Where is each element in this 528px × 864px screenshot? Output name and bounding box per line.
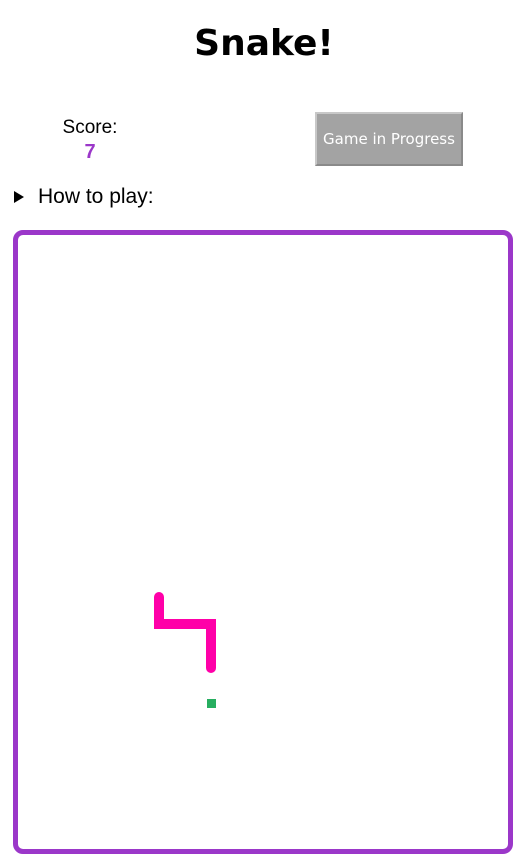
- game-board[interactable]: [13, 230, 513, 854]
- score-label: Score:: [62, 117, 118, 138]
- snake-food: [207, 699, 216, 708]
- game-status-button[interactable]: Game in Progress: [315, 112, 463, 166]
- snake-body: [154, 592, 216, 673]
- snake-game-page: Snake! Score: 7 Game in Progress How to …: [0, 0, 528, 864]
- how-to-play-toggle[interactable]: How to play:: [14, 184, 154, 210]
- score-value: 7: [84, 141, 96, 163]
- how-to-play-label: How to play:: [38, 185, 154, 208]
- game-canvas: [154, 592, 216, 708]
- disclosure-triangle-icon: [14, 191, 24, 203]
- score-display: Score: 7: [40, 116, 140, 164]
- game-title: Snake!: [194, 23, 334, 64]
